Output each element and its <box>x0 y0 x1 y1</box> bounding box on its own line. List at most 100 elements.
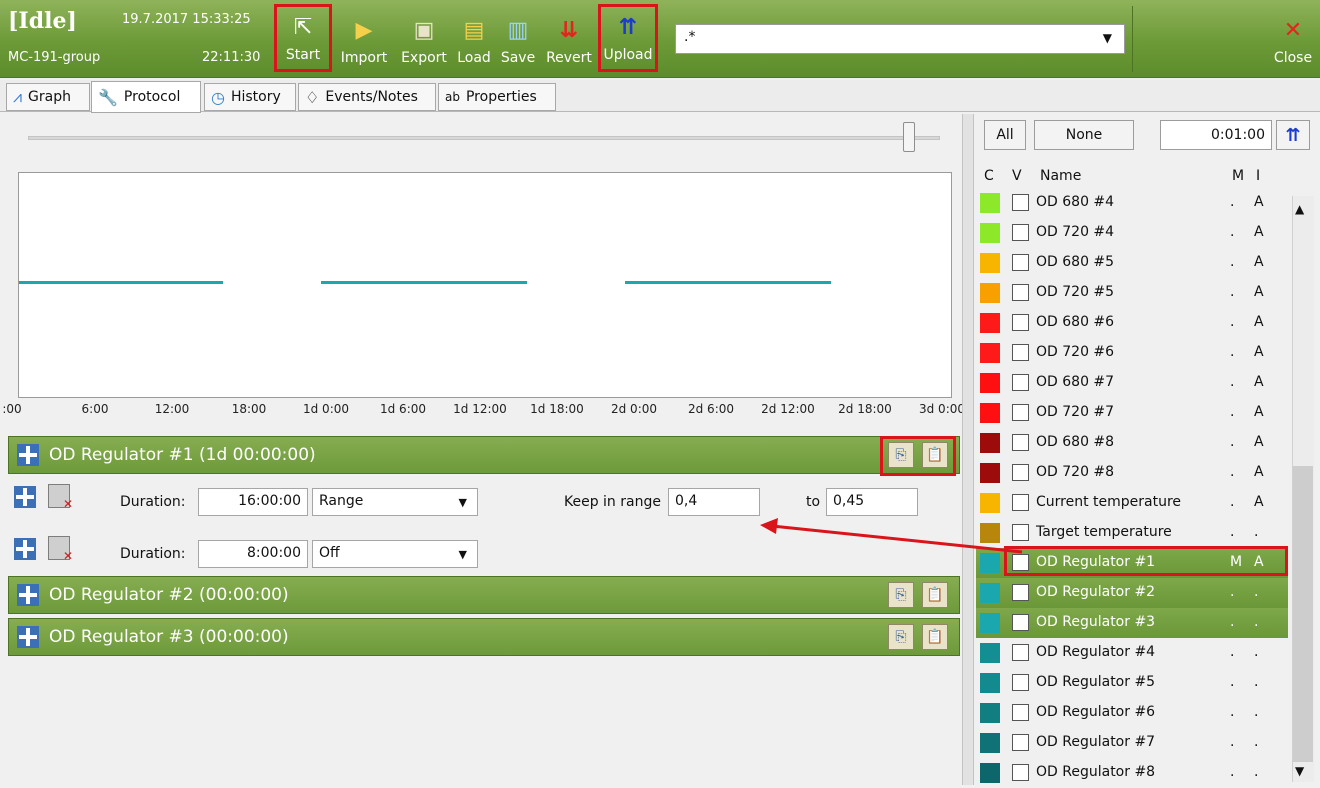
insert-step-icon[interactable] <box>14 486 36 508</box>
color-swatch[interactable] <box>980 403 1000 423</box>
visibility-checkbox[interactable] <box>1012 644 1029 661</box>
add-step-icon[interactable] <box>17 444 39 466</box>
color-swatch[interactable] <box>980 343 1000 363</box>
channel-row[interactable]: OD Regulator #5.. <box>976 668 1288 698</box>
mode-select-2[interactable]: Off ▼ <box>312 540 478 568</box>
chevron-down-icon[interactable]: ▼ <box>1295 764 1304 778</box>
visibility-checkbox[interactable] <box>1012 254 1029 271</box>
color-swatch[interactable] <box>980 313 1000 333</box>
column-header-m[interactable]: M <box>1232 168 1244 184</box>
color-swatch[interactable] <box>980 223 1000 243</box>
load-button[interactable]: ▤ Load <box>452 4 496 72</box>
regulator-header-2[interactable]: OD Regulator #2 (00:00:00) <box>8 576 960 614</box>
duration-input-2[interactable]: 8:00:00 <box>198 540 308 568</box>
color-swatch[interactable] <box>980 613 1000 633</box>
tab-graph[interactable]: ⩘ Graph <box>6 83 90 111</box>
time-slider-thumb[interactable] <box>903 122 915 152</box>
channel-row[interactable]: OD 720 #6. A <box>976 338 1288 368</box>
channel-row[interactable]: OD Regulator #2.. <box>976 578 1288 608</box>
channel-row[interactable]: OD Regulator #7.. <box>976 728 1288 758</box>
mode-select-1[interactable]: Range ▼ <box>312 488 478 516</box>
color-swatch[interactable] <box>980 763 1000 783</box>
add-step-icon[interactable] <box>17 626 39 648</box>
close-button[interactable]: ✕ Close <box>1268 4 1318 72</box>
revert-button[interactable]: ⇊ Revert <box>542 4 596 72</box>
visibility-checkbox[interactable] <box>1012 614 1029 631</box>
chevron-up-icon[interactable]: ▲ <box>1295 202 1304 216</box>
copy-icon[interactable]: ⎘ <box>888 582 914 608</box>
export-button[interactable]: ▣ Export <box>396 4 452 72</box>
channel-row[interactable]: OD 680 #7. A <box>976 368 1288 398</box>
paste-icon[interactable]: 📋 <box>922 442 948 468</box>
delete-step-icon[interactable] <box>48 484 73 511</box>
time-window-input[interactable]: 0:01:00 <box>1160 120 1272 150</box>
color-swatch[interactable] <box>980 193 1000 213</box>
channel-row[interactable]: OD 680 #6. A <box>976 308 1288 338</box>
scrollbar-thumb[interactable] <box>1293 466 1313 762</box>
channel-row[interactable]: OD Regulator #3.. <box>976 608 1288 638</box>
visibility-checkbox[interactable] <box>1012 494 1029 511</box>
select-all-button[interactable]: All <box>984 120 1026 150</box>
channel-row[interactable]: OD 720 #4. A <box>976 218 1288 248</box>
visibility-checkbox[interactable] <box>1012 674 1029 691</box>
tab-protocol[interactable]: 🔧 Protocol <box>91 81 201 113</box>
duration-input-1[interactable]: 16:00:00 <box>198 488 308 516</box>
visibility-checkbox[interactable] <box>1012 404 1029 421</box>
channel-row[interactable]: OD Regulator #8.. <box>976 758 1288 788</box>
color-swatch[interactable] <box>980 673 1000 693</box>
visibility-checkbox[interactable] <box>1012 434 1029 451</box>
channel-row[interactable]: OD 720 #7. A <box>976 398 1288 428</box>
color-swatch[interactable] <box>980 703 1000 723</box>
tab-properties[interactable]: ab Properties <box>438 83 556 111</box>
color-swatch[interactable] <box>980 373 1000 393</box>
import-button[interactable]: ▶ Import <box>336 4 392 72</box>
time-slider-track[interactable] <box>28 136 940 140</box>
copy-icon[interactable]: ⎘ <box>888 442 914 468</box>
visibility-checkbox[interactable] <box>1012 764 1029 781</box>
color-swatch[interactable] <box>980 463 1000 483</box>
regulator-header-3[interactable]: OD Regulator #3 (00:00:00) <box>8 618 960 656</box>
tab-history[interactable]: ◷ History <box>204 83 296 111</box>
select-none-button[interactable]: None <box>1034 120 1134 150</box>
save-button[interactable]: ▥ Save <box>496 4 540 72</box>
tab-events-notes[interactable]: ♢ Events/Notes <box>298 83 436 111</box>
visibility-checkbox[interactable] <box>1012 584 1029 601</box>
channel-row[interactable]: OD 680 #8. A <box>976 428 1288 458</box>
visibility-checkbox[interactable] <box>1012 704 1029 721</box>
visibility-checkbox[interactable] <box>1012 194 1029 211</box>
color-swatch[interactable] <box>980 733 1000 753</box>
start-button[interactable]: ⇱ Start <box>274 4 332 72</box>
channel-row[interactable]: OD 720 #5. A <box>976 278 1288 308</box>
copy-icon[interactable]: ⎘ <box>888 624 914 650</box>
channel-row[interactable]: OD 680 #4. A <box>976 188 1288 218</box>
column-header-i[interactable]: I <box>1256 168 1260 184</box>
insert-step-icon[interactable] <box>14 538 36 560</box>
visibility-checkbox[interactable] <box>1012 344 1029 361</box>
channel-row[interactable]: OD 720 #8. A <box>976 458 1288 488</box>
pane-splitter[interactable] <box>962 114 974 785</box>
color-swatch[interactable] <box>980 253 1000 273</box>
column-header-name[interactable]: Name <box>1040 168 1081 184</box>
color-swatch[interactable] <box>980 433 1000 453</box>
regulator-header-1[interactable]: OD Regulator #1 (1d 00:00:00) <box>8 436 960 474</box>
channel-row[interactable]: OD Regulator #6.. <box>976 698 1288 728</box>
add-step-icon[interactable] <box>17 584 39 606</box>
visibility-checkbox[interactable] <box>1012 734 1029 751</box>
column-header-visible[interactable]: V <box>1012 168 1022 184</box>
visibility-checkbox[interactable] <box>1012 314 1029 331</box>
color-swatch[interactable] <box>980 583 1000 603</box>
color-swatch[interactable] <box>980 643 1000 663</box>
channel-row[interactable]: OD 680 #5. A <box>976 248 1288 278</box>
upload-button[interactable]: ⇈ Upload <box>598 4 658 72</box>
channel-row[interactable]: OD Regulator #4.. <box>976 638 1288 668</box>
paste-icon[interactable]: 📋 <box>922 624 948 650</box>
delete-step-icon[interactable] <box>48 536 73 563</box>
upload-icon[interactable]: ⇈ <box>1276 120 1310 150</box>
visibility-checkbox[interactable] <box>1012 284 1029 301</box>
color-swatch[interactable] <box>980 283 1000 303</box>
visibility-checkbox[interactable] <box>1012 464 1029 481</box>
visibility-checkbox[interactable] <box>1012 224 1029 241</box>
paste-icon[interactable]: 📋 <box>922 582 948 608</box>
filter-select[interactable]: .* ▼ <box>675 24 1125 54</box>
column-header-color[interactable]: C <box>984 168 994 184</box>
